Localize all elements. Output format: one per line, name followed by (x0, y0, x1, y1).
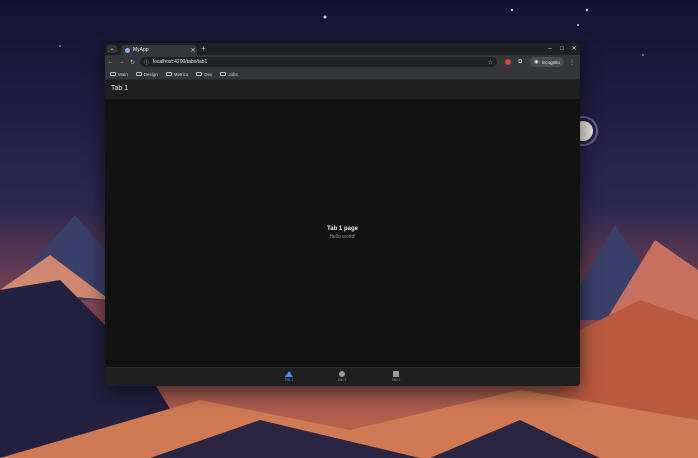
tab-button-tab3[interactable]: Tab 3 (381, 371, 411, 382)
folder-icon (110, 72, 116, 76)
page-title: Tab 1 (111, 85, 129, 92)
tab-button-tab2[interactable]: Tab 2 (327, 371, 357, 382)
extension-icon[interactable] (505, 59, 511, 65)
maximize-icon[interactable]: □ (559, 44, 565, 54)
menu-dots-icon[interactable]: ⋮ (569, 59, 575, 66)
tab-search-button[interactable]: ⌄ (107, 45, 117, 53)
bookmark-jobs[interactable]: Jobs (220, 72, 238, 77)
folder-icon (135, 72, 142, 76)
globe-icon (125, 47, 130, 53)
window-controls: – □ ✕ (547, 44, 577, 54)
browser-tab[interactable]: MyApp ✕ (121, 45, 197, 55)
bookmark-design[interactable]: Design (135, 72, 158, 77)
app-header: Tab 1 (105, 80, 580, 99)
incognito-icon: ◉ (534, 59, 539, 65)
browser-toolbar: ← → ↻ ⓘ localhost:4200/tabs/tab1 ☆ ⧉ ◉ I… (105, 55, 580, 69)
tab-label: Tab 3 (391, 378, 401, 382)
back-icon[interactable]: ← (105, 59, 116, 65)
tab-title: MyApp (133, 47, 149, 53)
incognito-badge[interactable]: ◉ Incognito (530, 57, 564, 67)
bottom-tab-bar: Tab 1 Tab 2 Tab 3 (105, 367, 580, 386)
bookmarks-bar: Main Design Metrics Dev Jobs (105, 69, 580, 80)
folder-icon (196, 72, 203, 76)
ellipse-icon (339, 371, 345, 377)
square-icon (393, 371, 399, 377)
minimize-icon[interactable]: – (547, 44, 553, 54)
tab-label: Tab 2 (337, 378, 347, 382)
extensions-puzzle-icon[interactable]: ⧉ (518, 59, 522, 66)
url-text[interactable]: localhost:4200/tabs/tab1 (153, 59, 488, 65)
content-subtitle: Hello world! (329, 234, 356, 240)
tab-label: Tab 1 (284, 378, 294, 382)
folder-icon (165, 72, 172, 76)
centered-message: Tab 1 page Hello world! (105, 226, 580, 240)
bookmark-star-icon[interactable]: ☆ (488, 59, 493, 66)
forward-icon[interactable]: → (116, 59, 127, 65)
new-tab-button[interactable]: + (201, 44, 206, 54)
page-content: Tab 1 page Hello world! (105, 99, 580, 367)
address-bar[interactable]: ⓘ localhost:4200/tabs/tab1 ☆ (140, 57, 497, 67)
close-window-icon[interactable]: ✕ (571, 44, 577, 54)
incognito-label: Incognito (541, 59, 560, 65)
site-info-icon[interactable]: ⓘ (144, 59, 149, 66)
bookmark-main[interactable]: Main (110, 72, 128, 77)
browser-window: ⌄ MyApp ✕ + – □ ✕ ← → ↻ ⓘ localhost:4200… (105, 43, 580, 386)
tab-button-tab1[interactable]: Tab 1 (274, 371, 304, 382)
reload-icon[interactable]: ↻ (127, 59, 138, 66)
folder-icon (220, 72, 227, 76)
bookmark-dev[interactable]: Dev (196, 72, 212, 77)
tab-strip: ⌄ MyApp ✕ + – □ ✕ (105, 43, 580, 55)
triangle-icon (285, 371, 293, 377)
content-heading: Tab 1 page (327, 226, 358, 232)
close-tab-icon[interactable]: ✕ (189, 47, 197, 54)
bookmark-metrics[interactable]: Metrics (165, 72, 188, 77)
